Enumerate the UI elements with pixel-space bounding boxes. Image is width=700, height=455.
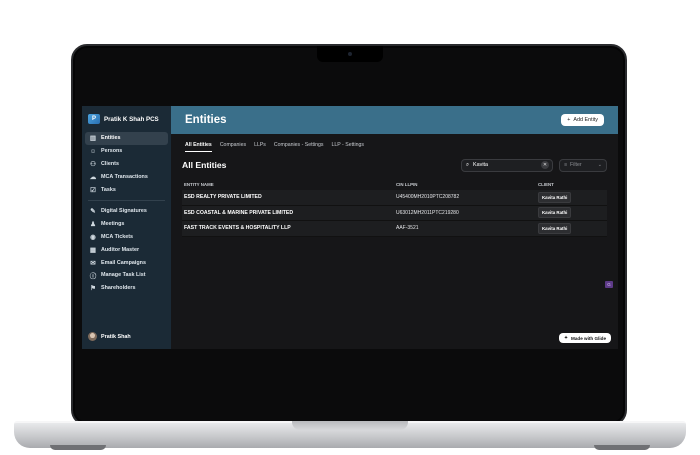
filter-icon: ≡ <box>564 162 568 168</box>
sidebar-item-tasks[interactable]: ☑ Tasks <box>85 183 168 196</box>
meeting-icon: ♟ <box>90 221 96 229</box>
sidebar: P Pratik K Shah PCS ▥ Entities ☺ Persons… <box>82 106 171 349</box>
sidebar-item-mca-transactions[interactable]: ☁ MCA Transactions <box>85 170 168 183</box>
share-icon: ⚑ <box>90 285 96 293</box>
chevron-down-icon: ⌄ <box>597 162 602 168</box>
add-entity-button[interactable]: + Add Entity <box>561 114 604 126</box>
sidebar-item-label: Shareholders <box>101 285 136 292</box>
entity-name: ESD REALTY PRIVATE LIMITED <box>184 194 262 201</box>
sidebar-item-auditor-master[interactable]: ▦ Auditor Master <box>85 243 168 256</box>
cloud-icon: ☁ <box>89 173 97 181</box>
filter-select[interactable]: ≡ Filter ⌄ <box>559 158 607 172</box>
list-controls: ⌕ Kavita ✕ ≡ Filter ⌄ <box>461 158 607 172</box>
glide-icon: ✦ <box>564 335 569 340</box>
tab-llp-settings[interactable]: LLP - Settings <box>331 142 364 151</box>
column-header-cin-llpin[interactable]: CIN LLPIN <box>396 182 538 187</box>
sidebar-item-entities[interactable]: ▥ Entities <box>85 132 168 145</box>
sidebar-item-label: Email Campaigns <box>101 259 146 266</box>
sidebar-item-label: Digital Signatures <box>101 208 147 215</box>
sidebar-item-clients[interactable]: ⚇ Clients <box>85 158 168 171</box>
sidebar-item-shareholders[interactable]: ⚑ Shareholders <box>85 282 168 295</box>
made-with-glide-badge[interactable]: ✦ Made with Glide <box>559 333 611 343</box>
info-icon: ⓘ <box>89 273 97 281</box>
table-header: ENTITY NAME CIN LLPIN CLIENT <box>182 178 607 190</box>
sidebar-item-label: Entities <box>101 135 121 142</box>
plus-icon: + <box>567 117 571 123</box>
sidebar-nav: ▥ Entities ☺ Persons ⚇ Clients ☁ MCA Tra… <box>82 132 171 295</box>
client-badge: Kavita Rathi <box>538 191 572 203</box>
brand-name: Pratik K Shah PCS <box>104 115 159 123</box>
client-badge: Kavita Rathi <box>538 207 572 219</box>
glide-badge-label: Made with Glide <box>571 335 606 341</box>
sidebar-item-persons[interactable]: ☺ Persons <box>85 145 168 158</box>
people-icon: ⚇ <box>90 160 96 168</box>
table-row[interactable]: ESD REALTY PRIVATE LIMITED U45400MH2010P… <box>182 190 607 206</box>
laptop-base-groove <box>292 421 408 430</box>
task-icon: ☑ <box>90 186 96 194</box>
column-header-client[interactable]: CLIENT <box>538 182 605 187</box>
sidebar-item-label: MCA Transactions <box>101 173 148 180</box>
entity-name: ESD COASTAL & MARINE PRIVATE LIMITED <box>184 209 294 216</box>
side-widget-button[interactable]: G <box>605 281 613 288</box>
search-input[interactable]: ⌕ Kavita ✕ <box>461 158 553 172</box>
table-row[interactable]: ESD COASTAL & MARINE PRIVATE LIMITED U63… <box>182 205 607 221</box>
client-badge: Kavita Rathi <box>538 222 572 234</box>
tab-llps[interactable]: LLPs <box>254 142 266 151</box>
grid-icon: ▦ <box>89 246 97 254</box>
camera-icon <box>348 52 352 56</box>
search-value: Kavita <box>473 162 489 168</box>
entity-name: FAST TRACK EVENTS & HOSPITALITY LLP <box>184 225 291 232</box>
sidebar-item-mca-tickets[interactable]: ◉ MCA Tickets <box>85 231 168 244</box>
laptop-mockup: P Pratik K Shah PCS ▥ Entities ☺ Persons… <box>0 0 700 455</box>
entities-table: ENTITY NAME CIN LLPIN CLIENT ESD REALTY … <box>182 178 607 237</box>
add-entity-label: Add Entity <box>573 117 598 123</box>
sidebar-item-label: Auditor Master <box>101 246 140 253</box>
entity-cin: AAF-3521 <box>396 225 419 232</box>
sidebar-item-label: MCA Tickets <box>101 233 134 240</box>
main-content: Entities + Add Entity All Entities Compa… <box>171 106 618 349</box>
page-header: Entities + Add Entity <box>171 106 618 134</box>
megaphone-icon: ✉ <box>90 259 96 267</box>
search-icon: ⌕ <box>466 161 470 168</box>
sidebar-divider <box>88 199 165 201</box>
brand[interactable]: P Pratik K Shah PCS <box>82 112 171 126</box>
app-screen: P Pratik K Shah PCS ▥ Entities ☺ Persons… <box>82 106 618 349</box>
filter-placeholder: Filter <box>570 162 582 168</box>
user-profile[interactable]: Pratik Shah <box>88 332 131 341</box>
signature-icon: ✎ <box>90 208 96 216</box>
list-header: All Entities ⌕ Kavita ✕ ≡ Filter ⌄ <box>171 156 618 174</box>
laptop-foot-left <box>50 445 106 450</box>
column-header-entity-name[interactable]: ENTITY NAME <box>184 182 396 187</box>
person-icon: ☺ <box>89 147 97 155</box>
list-title: All Entities <box>182 160 227 170</box>
tab-companies[interactable]: Companies <box>220 142 246 151</box>
table-row[interactable]: FAST TRACK EVENTS & HOSPITALITY LLP AAF-… <box>182 221 607 237</box>
sidebar-item-label: Persons <box>101 148 123 155</box>
ticket-icon: ◉ <box>90 233 96 241</box>
sidebar-item-label: Manage Task List <box>101 272 146 279</box>
brand-logo: P <box>88 114 100 124</box>
tab-bar: All Entities Companies LLPs Companies - … <box>171 134 618 154</box>
sidebar-item-meetings[interactable]: ♟ Meetings <box>85 218 168 231</box>
clear-search-icon[interactable]: ✕ <box>541 161 549 169</box>
sidebar-item-digital-signatures[interactable]: ✎ Digital Signatures <box>85 205 168 218</box>
building-icon: ▥ <box>89 135 97 143</box>
sidebar-item-label: Clients <box>101 160 119 167</box>
sidebar-item-email-campaigns[interactable]: ✉ Email Campaigns <box>85 256 168 269</box>
tab-all-entities[interactable]: All Entities <box>185 142 212 152</box>
sidebar-item-label: Tasks <box>101 186 116 193</box>
entity-cin: U45400MH2010PTC208782 <box>396 194 460 201</box>
entity-cin: U63012MH2011PTC219280 <box>396 209 459 216</box>
page-title: Entities <box>185 114 227 126</box>
avatar <box>88 332 97 341</box>
laptop-foot-right <box>594 445 650 450</box>
tab-companies-settings[interactable]: Companies - Settings <box>274 142 324 151</box>
user-name: Pratik Shah <box>101 333 131 340</box>
sidebar-item-manage-task-list[interactable]: ⓘ Manage Task List <box>85 269 168 282</box>
sidebar-item-label: Meetings <box>101 221 125 228</box>
